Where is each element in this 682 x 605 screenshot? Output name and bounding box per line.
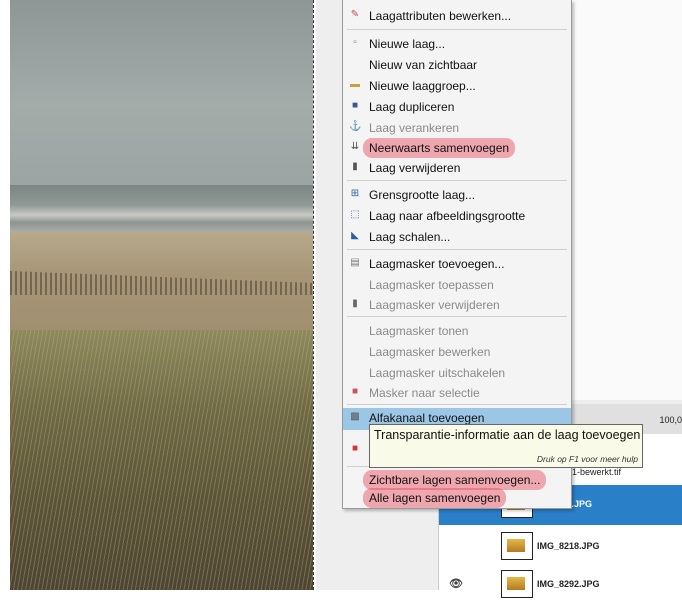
folder-icon: ▬	[350, 79, 360, 90]
tooltip: Transparantie-informatie aan de laag toe…	[369, 424, 643, 468]
menu-item-disable-layer-mask[interactable]: Laagmasker uitschakelen	[343, 363, 571, 383]
scale-icon: ◣	[351, 230, 359, 241]
merge-down-icon: ⇊	[350, 141, 360, 152]
eye-icon[interactable]: 👁	[449, 577, 463, 590]
menu-separator	[347, 180, 567, 181]
add-mask-icon: ▤	[350, 257, 360, 268]
menu-item-add-layer-mask[interactable]: ▤ Laagmasker toevoegen...	[343, 254, 571, 274]
new-layer-icon: ▫	[353, 37, 357, 48]
menu-item-new-layer[interactable]: ▫ Nieuwe laag...	[343, 34, 571, 54]
image-canvas[interactable]	[10, 0, 313, 590]
menu-item-new-from-visible[interactable]: Nieuw van zichtbaar	[343, 55, 571, 75]
menu-separator	[347, 404, 567, 405]
menu-item-new-layer-group[interactable]: ▬ Nieuwe laaggroep...	[343, 76, 571, 96]
duplicate-icon: ■	[351, 100, 359, 111]
tooltip-text: Transparantie-informatie aan de laag toe…	[374, 428, 641, 442]
menu-item-merge-visible[interactable]: Zichtbare lagen samenvoegen...	[343, 470, 571, 490]
menu-item-merge-down[interactable]: ⇊ Neerwaarts samenvoegen	[343, 138, 571, 158]
menu-item-layer-to-image-size[interactable]: ⬚ Laag naar afbeeldingsgrootte	[343, 206, 571, 226]
layer-thumbnail	[501, 570, 533, 598]
tooltip-hint: Druk op F1 voor meer hulp	[536, 454, 638, 464]
layer-row[interactable]: 👁 IMG_8292.JPG	[439, 565, 682, 605]
menu-item-edit-layer-mask[interactable]: Laagmasker bewerken	[343, 342, 571, 362]
mask-selection-icon: ■	[351, 386, 359, 397]
menu-item-scale-layer[interactable]: ◣ Laag schalen...	[343, 227, 571, 247]
menu-item-boundary-size[interactable]: ⊞ Grensgrootte laag...	[343, 185, 571, 205]
menu-item-anchor-layer[interactable]: ⚓ Laag verankeren	[343, 118, 571, 138]
layer-name: IMG_8218.JPG	[537, 541, 600, 551]
menu-item-edit-attributes[interactable]: ✎ Laagattributen bewerken...	[343, 6, 571, 26]
menu-separator	[347, 249, 567, 250]
zoom-value: 100,0	[659, 415, 682, 425]
menu-item-delete-layer-mask[interactable]: ▮ Laagmasker verwijderen	[343, 295, 571, 315]
layer-thumbnail	[501, 532, 533, 560]
layer-row[interactable]: IMG_8218.JPG	[439, 527, 682, 567]
menu-item-show-layer-mask[interactable]: Laagmasker tonen	[343, 321, 571, 341]
menu-item-delete-layer[interactable]: ▮ Laag verwijderen	[343, 158, 571, 178]
boundary-size-icon: ⊞	[350, 188, 360, 199]
sea-area	[10, 185, 313, 235]
menu-item-duplicate-layer[interactable]: ■ Laag dupliceren	[343, 97, 571, 117]
anchor-icon: ⚓	[349, 121, 362, 132]
grass-texture	[10, 330, 313, 590]
right-panel	[570, 0, 682, 400]
sky-area	[10, 0, 313, 190]
menu-item-apply-layer-mask[interactable]: Laagmasker toepassen	[343, 275, 571, 295]
menu-item-flatten-image[interactable]: Alle lagen samenvoegen	[343, 488, 571, 508]
file-name-text: 21-bewerkt.tif	[567, 467, 622, 477]
trash-icon: ▮	[352, 161, 358, 172]
menu-separator	[347, 29, 567, 30]
alpha-channel-icon: ▩	[350, 411, 360, 422]
menu-separator	[347, 316, 567, 317]
edit-attributes-icon: ✎	[350, 9, 360, 20]
menu-item-mask-to-selection[interactable]: ■ Masker naar selectie	[343, 383, 571, 403]
canvas-border	[313, 0, 314, 590]
red-square-icon: ■	[351, 443, 359, 454]
layer-name: IMG_8292.JPG	[537, 579, 600, 589]
fit-image-icon: ⬚	[350, 209, 360, 220]
trash-icon: ▮	[352, 298, 358, 309]
